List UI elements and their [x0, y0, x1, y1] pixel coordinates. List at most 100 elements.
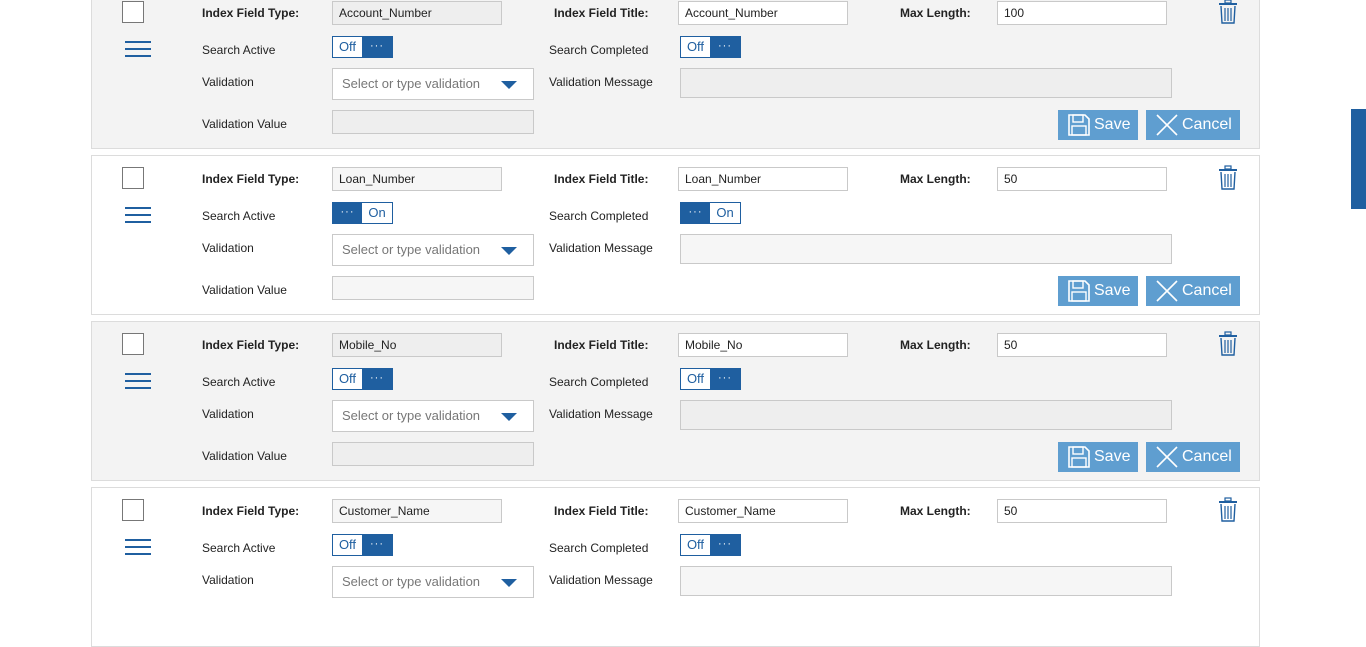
cancel-button-label: Cancel	[1182, 282, 1232, 299]
cancel-button-label: Cancel	[1182, 116, 1232, 133]
close-icon	[1156, 280, 1178, 302]
index-field-type-label: Index Field Type:	[202, 504, 300, 518]
validation-value-label: Validation Value	[202, 117, 287, 131]
save-button[interactable]: Save	[1058, 276, 1138, 306]
floppy-disk-icon	[1068, 280, 1090, 302]
index-field-title-input[interactable]: Loan_Number	[678, 167, 848, 191]
validation-select[interactable]: Select or type validation	[332, 400, 534, 432]
toggle-off-text: Off	[333, 369, 362, 389]
cancel-button[interactable]: Cancel	[1146, 276, 1240, 306]
cancel-button[interactable]: Cancel	[1146, 110, 1240, 140]
validation-message-label: Validation Message	[549, 241, 653, 255]
toggle-off-text: Off	[333, 37, 362, 57]
save-button-label: Save	[1094, 448, 1131, 465]
index-field-type-input: Loan_Number	[332, 167, 502, 191]
row-select-checkbox[interactable]	[122, 1, 144, 23]
validation-select-placeholder: Select or type validation	[342, 574, 481, 589]
validation-label: Validation	[202, 573, 254, 587]
validation-value-input[interactable]	[332, 442, 534, 466]
toggle-knob: ···	[333, 203, 362, 223]
index-field-card: Index Field Type: Customer_Name Index Fi…	[91, 487, 1260, 647]
row-select-checkbox[interactable]	[122, 167, 144, 189]
row-select-checkbox[interactable]	[122, 499, 144, 521]
index-field-title-input[interactable]: Mobile_No	[678, 333, 848, 357]
validation-select[interactable]: Select or type validation	[332, 566, 534, 598]
max-length-label: Max Length:	[900, 338, 971, 352]
index-field-title-label: Index Field Title:	[554, 6, 649, 20]
trash-icon[interactable]	[1217, 165, 1239, 191]
search-active-toggle[interactable]: Off ···	[332, 534, 393, 556]
validation-message-input[interactable]	[680, 566, 1172, 596]
validation-message-input[interactable]	[680, 400, 1172, 430]
cancel-button[interactable]: Cancel	[1146, 442, 1240, 472]
toggle-off-text: Off	[681, 535, 710, 555]
index-field-type-input: Account_Number	[332, 1, 502, 25]
toggle-knob: ···	[362, 535, 392, 555]
validation-value-label: Validation Value	[202, 283, 287, 297]
search-completed-toggle[interactable]: Off ···	[680, 534, 741, 556]
validation-select-placeholder: Select or type validation	[342, 76, 481, 91]
drag-handle-icon[interactable]	[125, 539, 151, 557]
validation-select[interactable]: Select or type validation	[332, 234, 534, 266]
max-length-input[interactable]: 100	[997, 1, 1167, 25]
toggle-knob: ···	[710, 369, 740, 389]
trash-icon[interactable]	[1217, 331, 1239, 357]
index-field-card: Index Field Type: Mobile_No Index Field …	[91, 321, 1260, 481]
chevron-down-icon[interactable]	[501, 81, 517, 89]
trash-icon[interactable]	[1217, 0, 1239, 25]
validation-message-label: Validation Message	[549, 573, 653, 587]
cancel-button-label: Cancel	[1182, 448, 1232, 465]
validation-message-input[interactable]	[680, 234, 1172, 264]
drag-handle-icon[interactable]	[125, 207, 151, 225]
validation-label: Validation	[202, 75, 254, 89]
max-length-label: Max Length:	[900, 172, 971, 186]
search-active-label: Search Active	[202, 375, 276, 389]
toggle-knob: ···	[710, 535, 740, 555]
toggle-on-text: On	[710, 203, 740, 223]
search-completed-toggle[interactable]: Off ···	[680, 368, 741, 390]
validation-message-label: Validation Message	[549, 407, 653, 421]
max-length-input[interactable]: 50	[997, 167, 1167, 191]
chevron-down-icon[interactable]	[501, 579, 517, 587]
toggle-off-text: Off	[681, 369, 710, 389]
max-length-input[interactable]: 50	[997, 333, 1167, 357]
index-field-title-label: Index Field Title:	[554, 172, 649, 186]
scrollbar-thumb[interactable]	[1351, 109, 1366, 209]
index-field-type-label: Index Field Type:	[202, 172, 300, 186]
save-button[interactable]: Save	[1058, 442, 1138, 472]
index-field-type-label: Index Field Type:	[202, 6, 300, 20]
drag-handle-icon[interactable]	[125, 41, 151, 59]
validation-select-placeholder: Select or type validation	[342, 242, 481, 257]
max-length-label: Max Length:	[900, 6, 971, 20]
search-active-label: Search Active	[202, 43, 276, 57]
save-button-label: Save	[1094, 116, 1131, 133]
toggle-knob: ···	[362, 37, 392, 57]
max-length-input[interactable]: 50	[997, 499, 1167, 523]
chevron-down-icon[interactable]	[501, 247, 517, 255]
validation-message-input[interactable]	[680, 68, 1172, 98]
trash-icon[interactable]	[1217, 497, 1239, 523]
search-active-toggle[interactable]: Off ···	[332, 368, 393, 390]
validation-value-input[interactable]	[332, 110, 534, 134]
row-select-checkbox[interactable]	[122, 333, 144, 355]
close-icon	[1156, 114, 1178, 136]
validation-value-input[interactable]	[332, 276, 534, 300]
toggle-knob: ···	[362, 369, 392, 389]
floppy-disk-icon	[1068, 446, 1090, 468]
search-completed-toggle[interactable]: ··· On	[680, 202, 741, 224]
drag-handle-icon[interactable]	[125, 373, 151, 391]
save-button[interactable]: Save	[1058, 110, 1138, 140]
index-field-title-input[interactable]: Account_Number	[678, 1, 848, 25]
search-completed-label: Search Completed	[549, 43, 649, 57]
search-completed-toggle[interactable]: Off ···	[680, 36, 741, 58]
index-field-title-input[interactable]: Customer_Name	[678, 499, 848, 523]
index-field-card: Index Field Type: Account_Number Index F…	[91, 0, 1260, 149]
search-active-toggle[interactable]: ··· On	[332, 202, 393, 224]
validation-message-label: Validation Message	[549, 75, 653, 89]
search-active-label: Search Active	[202, 209, 276, 223]
search-active-toggle[interactable]: Off ···	[332, 36, 393, 58]
index-field-type-label: Index Field Type:	[202, 338, 300, 352]
chevron-down-icon[interactable]	[501, 413, 517, 421]
close-icon	[1156, 446, 1178, 468]
validation-select[interactable]: Select or type validation	[332, 68, 534, 100]
